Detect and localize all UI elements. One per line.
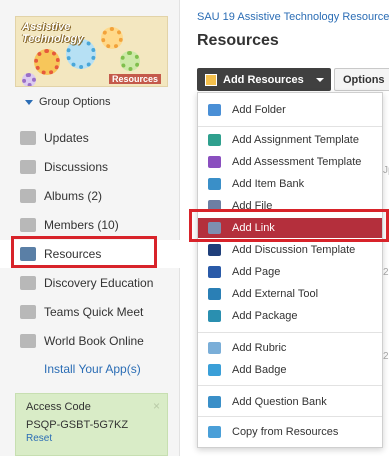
world-book-icon (20, 334, 36, 348)
item-bank-icon (208, 178, 221, 190)
options-button[interactable]: Options (334, 68, 389, 91)
copy-icon (208, 426, 221, 438)
divider (198, 385, 382, 386)
menu-item-add-assignment-template[interactable]: Add Assignment Template (198, 130, 382, 150)
resources-icon (205, 73, 217, 86)
assessment-icon (208, 156, 221, 168)
add-resources-menu: Add Folder Add Assignment Template Add A… (197, 92, 383, 448)
updates-icon (20, 131, 36, 145)
folder-icon (208, 104, 221, 116)
albums-icon (20, 189, 36, 203)
add-resources-label: Add Resources (223, 73, 304, 86)
divider (198, 416, 382, 417)
sidebar-item-world-book-online[interactable]: World Book Online (0, 327, 180, 355)
divider (198, 126, 382, 127)
sidebar-item-albums[interactable]: Albums (2) (0, 182, 180, 210)
access-code-panel: Access Code PSQP-GSBT-5G7KZ Reset × (15, 393, 168, 456)
package-icon (208, 310, 221, 322)
menu-item-label: Copy from Resources (232, 426, 339, 438)
menu-item-add-discussion-template[interactable]: Add Discussion Template (198, 240, 382, 260)
breadcrumb[interactable]: SAU 19 Assistive Technology Resources (197, 11, 389, 23)
sidebar-item-teams-quick-meet[interactable]: Teams Quick Meet (0, 298, 180, 326)
menu-item-add-folder[interactable]: Add Folder (198, 100, 382, 120)
install-apps-link[interactable]: Install Your App(s) (44, 362, 141, 376)
menu-item-add-page[interactable]: Add Page (198, 262, 382, 282)
sidebar-item-label: Discussions (44, 160, 109, 174)
question-bank-icon (208, 396, 221, 408)
gear-icon (120, 51, 140, 71)
sidebar-item-discovery-education[interactable]: Discovery Education (0, 269, 180, 297)
logo-text-line2: Technology (22, 33, 84, 45)
external-tool-icon (208, 288, 221, 300)
logo-text-line1: Assistive (22, 21, 71, 33)
menu-item-label: Add Assessment Template (232, 156, 362, 168)
menu-item-label: Add Package (232, 310, 298, 322)
teams-icon (20, 305, 36, 319)
menu-item-label: Add Folder (232, 104, 286, 116)
rubric-icon (208, 342, 221, 354)
add-resources-button[interactable]: Add Resources (197, 68, 331, 91)
badge-icon (208, 364, 221, 376)
app-root: Assistive Technology Resources Group Opt… (0, 0, 389, 456)
background-text: 2 (383, 267, 389, 278)
sidebar-item-label: Updates (44, 131, 89, 145)
menu-item-add-item-bank[interactable]: Add Item Bank (198, 174, 382, 194)
access-code-title: Access Code (26, 401, 91, 413)
discussion-icon (208, 244, 221, 256)
menu-item-add-badge[interactable]: Add Badge (198, 360, 382, 380)
sidebar-item-label: Members (10) (44, 218, 119, 232)
reset-link[interactable]: Reset (26, 433, 157, 444)
menu-item-label: Add Rubric (232, 342, 287, 354)
menu-item-add-rubric[interactable]: Add Rubric (198, 338, 382, 358)
gear-icon (101, 27, 123, 49)
menu-item-label: Add Discussion Template (232, 244, 356, 256)
sidebar-item-label: Discovery Education (44, 276, 154, 290)
menu-item-add-package[interactable]: Add Package (198, 306, 382, 326)
menu-item-label: Add Item Bank (232, 178, 305, 190)
discussions-icon (20, 160, 36, 174)
access-code-value: PSQP-GSBT-5G7KZ (26, 419, 129, 431)
chevron-down-icon (25, 99, 33, 105)
add-link-annotation-box (189, 209, 389, 242)
sidebar-item-updates[interactable]: Updates (0, 124, 180, 152)
sidebar: Assistive Technology Resources Group Opt… (0, 0, 180, 456)
menu-item-add-external-tool[interactable]: Add External Tool (198, 284, 382, 304)
discovery-education-icon (20, 276, 36, 290)
chevron-down-icon (315, 77, 324, 82)
menu-item-copy-from-resources[interactable]: Copy from Resources (198, 422, 382, 442)
members-icon (20, 218, 36, 232)
sidebar-item-label: World Book Online (44, 334, 144, 348)
assignment-icon (208, 134, 221, 146)
sidebar-item-label: Albums (2) (44, 189, 103, 203)
group-logo[interactable]: Assistive Technology Resources (15, 16, 168, 87)
menu-item-add-assessment-template[interactable]: Add Assessment Template (198, 152, 382, 172)
close-icon[interactable]: × (153, 399, 160, 413)
sidebar-item-label: Teams Quick Meet (44, 305, 144, 319)
background-text: Jp (383, 165, 389, 176)
divider (198, 332, 382, 333)
menu-item-label: Add Question Bank (232, 396, 327, 408)
sidebar-item-discussions[interactable]: Discussions (0, 153, 180, 181)
gear-icon (22, 73, 36, 86)
menu-item-label: Add Badge (232, 364, 287, 376)
menu-item-label: Add External Tool (232, 288, 319, 300)
menu-item-label: Add Assignment Template (232, 134, 359, 146)
logo-tag: Resources (108, 74, 161, 84)
menu-item-add-question-bank[interactable]: Add Question Bank (198, 392, 382, 412)
page-icon (208, 266, 221, 278)
gear-icon (34, 49, 60, 75)
group-options-label: Group Options (39, 96, 111, 108)
menu-item-label: Add Page (232, 266, 281, 278)
sidebar-item-members[interactable]: Members (10) (0, 211, 180, 239)
background-text: 2 (383, 351, 389, 362)
page-title: Resources (197, 32, 279, 49)
group-options-toggle[interactable]: Group Options (25, 96, 111, 108)
resources-annotation-box (11, 236, 157, 268)
